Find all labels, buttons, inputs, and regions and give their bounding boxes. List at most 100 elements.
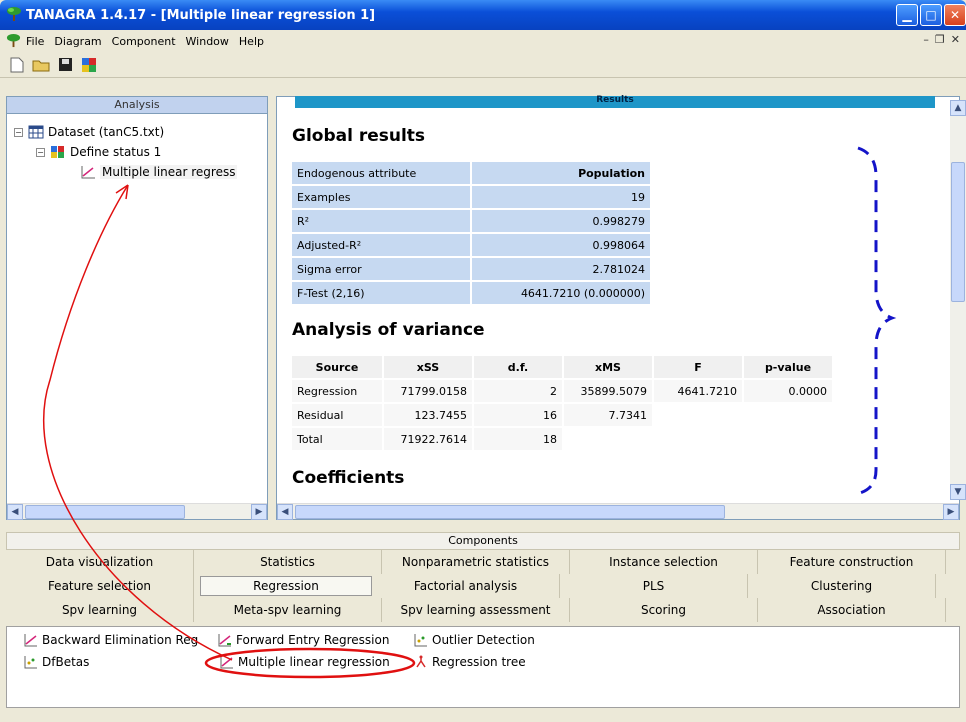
table-cell: Sigma error (292, 258, 470, 280)
menu-window[interactable]: Window (186, 35, 229, 48)
maximize-button[interactable]: □ (920, 4, 942, 26)
regression-chart-icon (218, 634, 231, 647)
tab-row: Spv learning Meta-spv learning Spv learn… (6, 598, 960, 622)
tab-factorial-analysis[interactable]: Factorial analysis (372, 574, 560, 598)
tab-meta-spv-learning[interactable]: Meta-spv learning (194, 598, 382, 622)
minimize-icon: ▁ (902, 8, 912, 22)
tab-association[interactable]: Association (758, 598, 946, 622)
table-cell: Adjusted-R² (292, 234, 470, 256)
table-cell (654, 404, 742, 426)
tree-node-dataset[interactable]: − Dataset (tanC5.txt) (14, 122, 237, 142)
tab-spv-learning[interactable]: Spv learning (6, 598, 194, 622)
global-results-title: Global results (292, 126, 426, 146)
regression-chart-icon (220, 656, 233, 669)
table-row: Regression 71799.0158 2 35899.5079 4641.… (292, 380, 832, 402)
tab-data-visualization[interactable]: Data visualization (6, 550, 194, 574)
close-button[interactable]: ✕ (944, 4, 966, 26)
tree-icon (416, 655, 426, 668)
table-cell: 0.998064 (472, 234, 650, 256)
components-header: Components (6, 532, 960, 550)
toolbar (0, 52, 966, 78)
table-cell: 16 (474, 404, 562, 426)
tab-feature-construction[interactable]: Feature construction (758, 550, 946, 574)
analysis-hscrollbar[interactable]: ◀ ▶ (7, 503, 267, 520)
mdi-close-icon[interactable]: ✕ (951, 33, 960, 46)
table-row: Endogenous attribute Population (292, 162, 650, 184)
status-bar (0, 708, 966, 722)
regression-chart-icon (81, 166, 95, 179)
component-label: DfBetas (42, 655, 90, 669)
menu-file[interactable]: File (26, 35, 44, 48)
tab-spv-learning-assessment[interactable]: Spv learning assessment (382, 598, 570, 622)
tab-pls[interactable]: PLS (560, 574, 748, 598)
component-dfbetas[interactable]: DfBetas (24, 655, 89, 669)
anova-title: Analysis of variance (292, 320, 485, 340)
define-status-button[interactable] (80, 56, 98, 74)
close-icon: ✕ (949, 8, 961, 22)
scroll-thumb[interactable] (295, 505, 725, 519)
table-cell: Examples (292, 186, 470, 208)
table-cell: 71799.0158 (384, 380, 472, 402)
minimize-button[interactable]: ▁ (896, 4, 918, 26)
table-cell: 123.7455 (384, 404, 472, 426)
scroll-right-icon[interactable]: ▶ (251, 504, 267, 520)
table-cell: 71922.7614 (384, 428, 472, 450)
tab-instance-selection[interactable]: Instance selection (570, 550, 758, 574)
collapse-icon[interactable]: − (36, 147, 45, 157)
component-regression-tree[interactable]: Regression tree (414, 655, 526, 669)
global-results-table: Endogenous attribute Population Examples… (290, 160, 652, 306)
table-header: F (654, 356, 742, 378)
component-forward-entry[interactable]: Forward Entry Regression (218, 633, 389, 647)
table-row: Total 71922.7614 18 (292, 428, 832, 450)
tanagra-tree-icon (7, 7, 21, 21)
component-tabs: Data visualization Statistics Nonparamet… (6, 550, 960, 622)
table-header: d.f. (474, 356, 562, 378)
menu-help[interactable]: Help (239, 35, 264, 48)
scroll-right-icon[interactable]: ▶ (943, 504, 959, 520)
component-backward-elimination[interactable]: Backward Elimination Reg (24, 633, 198, 647)
component-multiple-linear-regression[interactable]: Multiple linear regression (220, 655, 390, 669)
component-outlier-detection[interactable]: Outlier Detection (414, 633, 535, 647)
anova-table: Source xSS d.f. xMS F p-value Regression… (290, 354, 834, 452)
scroll-left-icon[interactable]: ◀ (7, 504, 23, 520)
new-file-icon (10, 57, 24, 72)
table-header: xMS (564, 356, 652, 378)
results-hscrollbar[interactable]: ◀ ▶ (277, 503, 959, 520)
tab-statistics[interactable]: Statistics (194, 550, 382, 574)
table-row: Examples 19 (292, 186, 650, 208)
tab-clustering[interactable]: Clustering (748, 574, 936, 598)
scroll-up-icon[interactable]: ▲ (950, 100, 966, 116)
menu-bar: File Diagram Component Window Help – ❐ ✕ (0, 30, 966, 52)
tree-node-define-status[interactable]: − Define status 1 (14, 142, 237, 162)
table-cell: 18 (474, 428, 562, 450)
save-button[interactable] (56, 56, 74, 74)
table-header: xSS (384, 356, 472, 378)
scroll-left-icon[interactable]: ◀ (277, 504, 293, 520)
results-vscrollbar[interactable]: ▲ ▼ (950, 100, 966, 500)
component-label: Backward Elimination Reg (42, 633, 199, 647)
tanagra-tree-icon (6, 33, 21, 48)
tree-node-regression[interactable]: Multiple linear regress (14, 162, 238, 182)
scroll-thumb[interactable] (951, 162, 965, 302)
new-button[interactable] (8, 56, 26, 74)
scatter-chart-icon (414, 634, 427, 647)
analysis-tree: − Dataset (tanC5.txt) − Define status 1 … (14, 122, 238, 182)
menu-component[interactable]: Component (112, 35, 176, 48)
mdi-minimize-icon[interactable]: – (923, 33, 929, 46)
collapse-icon[interactable]: − (14, 127, 23, 137)
tab-regression[interactable]: Regression (200, 576, 372, 596)
table-row: R² 0.998279 (292, 210, 650, 232)
tab-scoring[interactable]: Scoring (570, 598, 758, 622)
tab-feature-selection[interactable]: Feature selection (6, 574, 194, 598)
scroll-down-icon[interactable]: ▼ (950, 484, 966, 500)
menu-diagram[interactable]: Diagram (54, 35, 101, 48)
table-cell: Residual (292, 404, 382, 426)
table-row: Sigma error 2.781024 (292, 258, 650, 280)
table-cell (654, 428, 742, 450)
scroll-thumb[interactable] (25, 505, 185, 519)
tab-nonparametric-statistics[interactable]: Nonparametric statistics (382, 550, 570, 574)
mdi-restore-icon[interactable]: ❐ (935, 33, 945, 46)
table-cell: 2 (474, 380, 562, 402)
open-button[interactable] (32, 56, 50, 74)
tree-node-label: Define status 1 (70, 145, 162, 159)
